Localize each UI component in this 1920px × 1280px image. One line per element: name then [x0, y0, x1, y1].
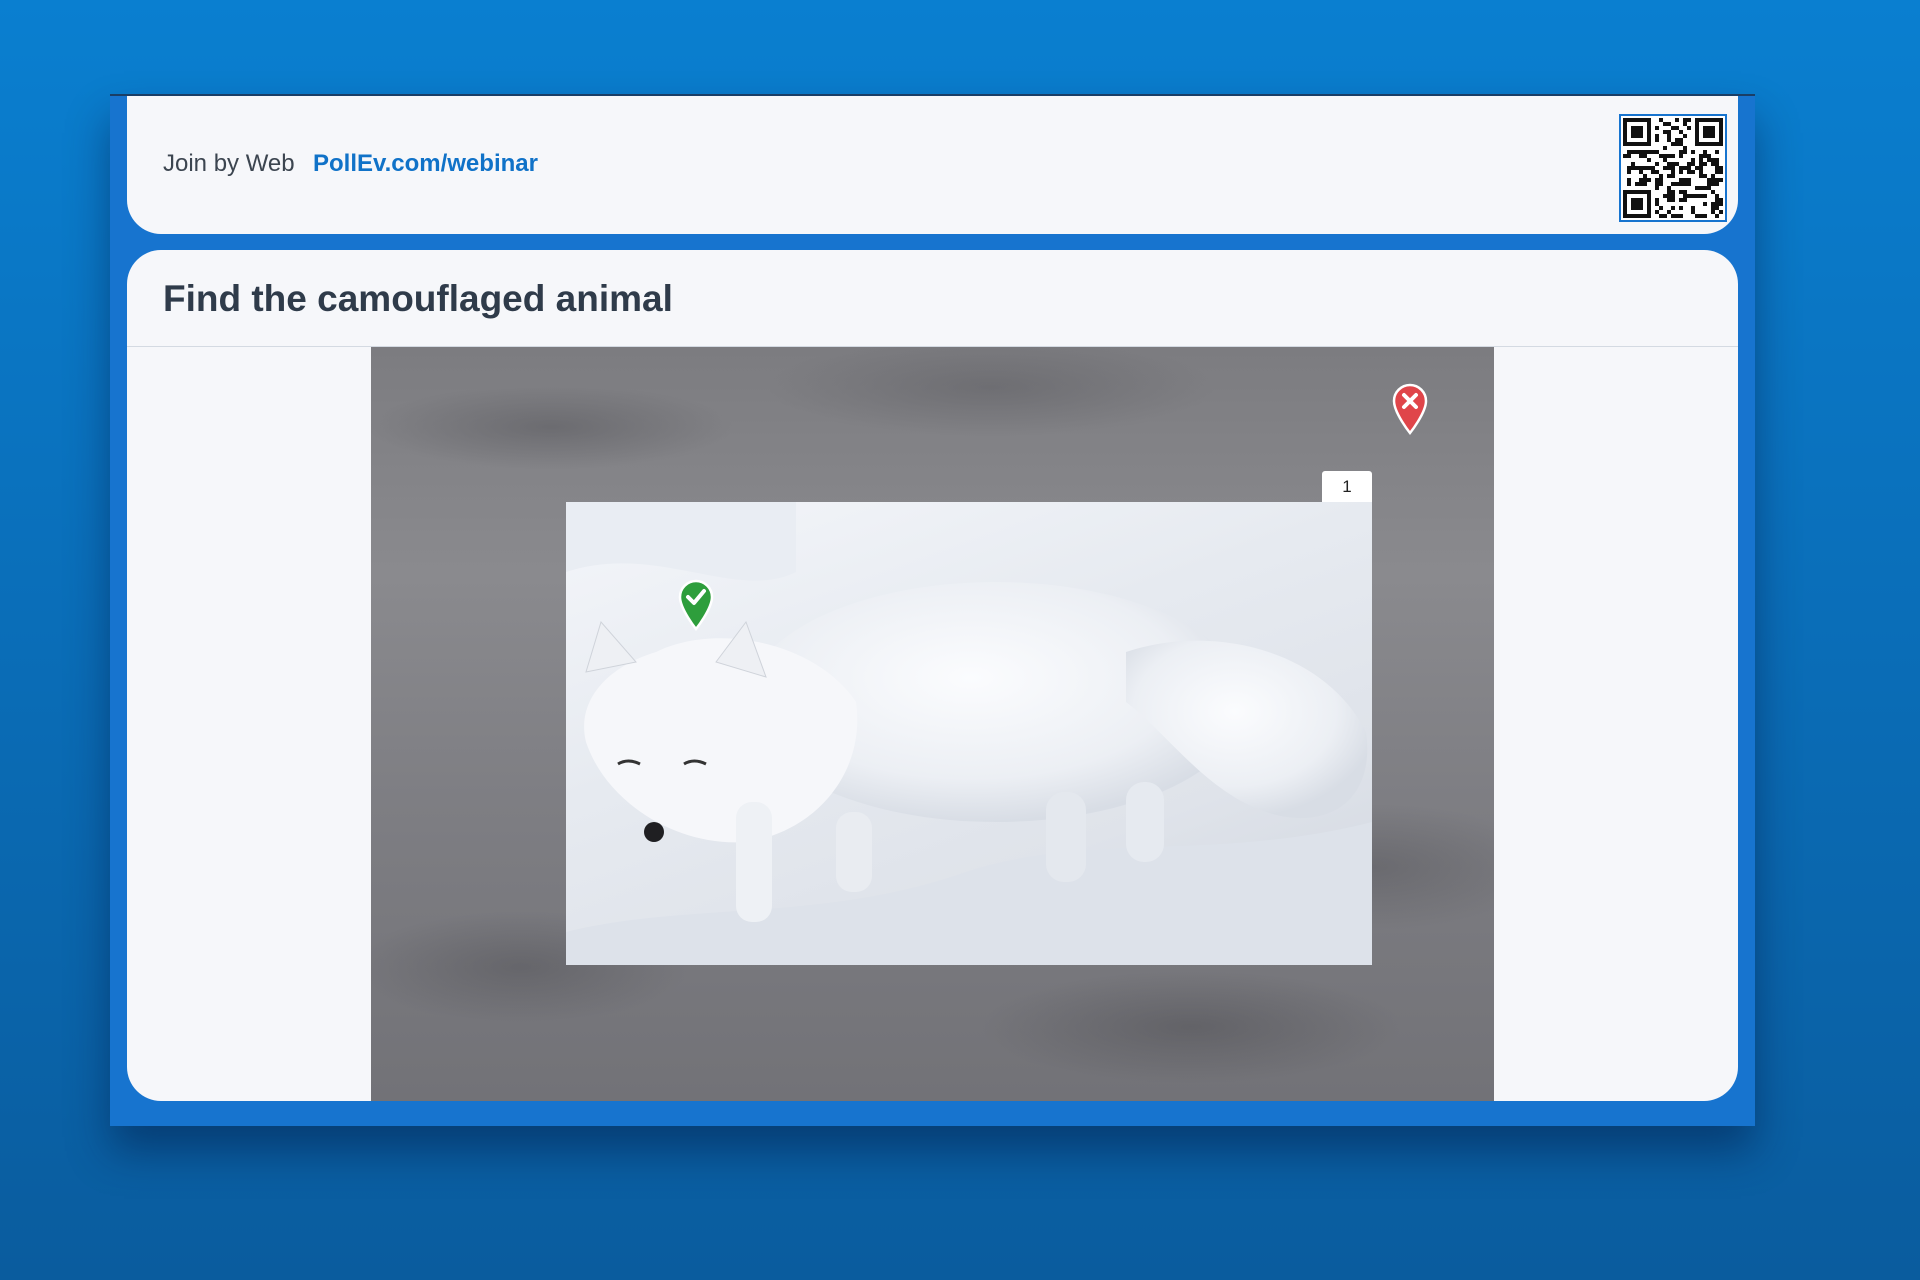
poll-slide: Join by Web PollEv.com/webinar Find the … [110, 94, 1755, 1126]
clickable-image-area[interactable]: 1 [371, 347, 1494, 1101]
question-header: Find the camouflaged animal [127, 250, 1738, 347]
question-title: Find the camouflaged animal [163, 278, 673, 319]
question-panel: Find the camouflaged animal 1 [127, 250, 1738, 1101]
join-by-web-label: Join by Web [163, 150, 295, 177]
poll-url-link[interactable]: PollEv.com/webinar [313, 150, 538, 178]
qr-code-icon [1619, 114, 1727, 222]
correct-response-pin-icon [677, 579, 715, 632]
join-instructions-bar: Join by Web PollEv.com/webinar [127, 96, 1738, 234]
arctic-fox-image [566, 502, 1372, 965]
incorrect-response-pin-icon [1391, 383, 1429, 436]
answer-region-label: 1 [1322, 471, 1372, 502]
